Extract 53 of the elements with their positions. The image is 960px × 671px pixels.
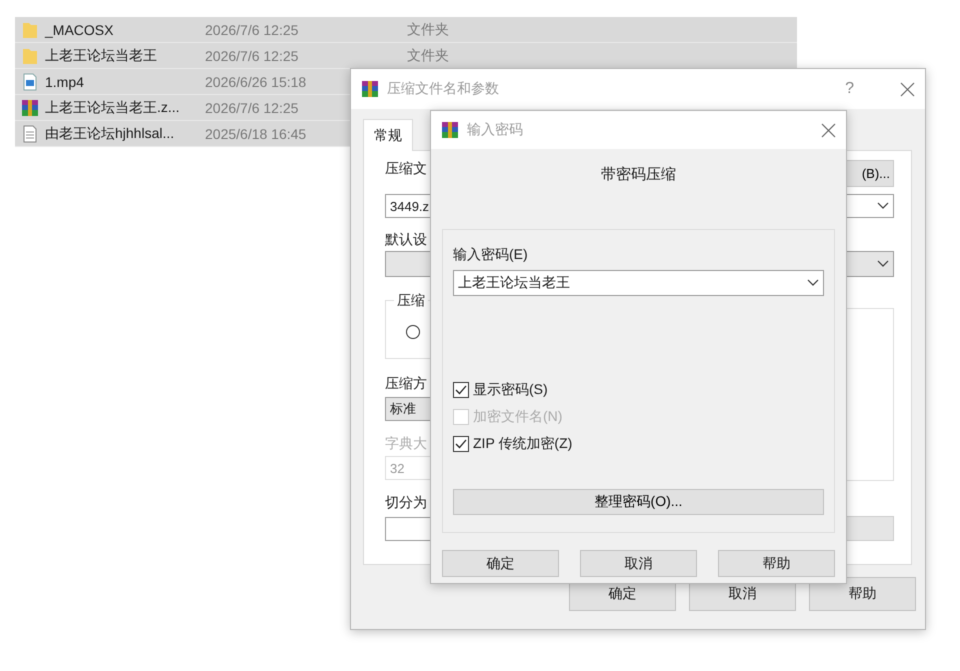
dialog-button[interactable]: 帮助	[718, 550, 835, 577]
book-stack-icon	[441, 121, 459, 139]
check-icon	[455, 438, 467, 448]
organize-passwords-button[interactable]: 整理密码(O)...	[453, 489, 824, 515]
close-icon[interactable]	[821, 122, 836, 138]
checkbox-label: 加密文件名(N)	[473, 408, 562, 426]
file-row[interactable]: _MACOSX 2026/7/6 12:25 文件夹	[15, 17, 797, 43]
password-field[interactable]: 上老王论坛当老王	[453, 270, 824, 296]
file-name: 1.mp4	[45, 74, 84, 90]
file-name: 上老王论坛当老王.z...	[45, 98, 180, 116]
modified-date: 2026/7/6 12:25	[205, 48, 298, 64]
check-icon	[455, 384, 467, 394]
window-title: 输入密码	[467, 121, 523, 139]
chevron-down-icon	[807, 279, 819, 287]
password-label: 输入密码(E)	[453, 246, 528, 264]
window-title: 压缩文件名和参数	[387, 80, 499, 98]
folder-icon	[22, 20, 38, 38]
help-button[interactable]: ?	[845, 80, 854, 98]
file-name: 上老王论坛当老王	[45, 46, 157, 64]
dialog-button[interactable]: 取消	[580, 550, 697, 577]
checkbox-label: ZIP 传统加密(Z)	[473, 434, 572, 452]
archive-name-label: 压缩文	[385, 160, 427, 178]
split-label: 切分为	[385, 494, 427, 512]
file-name: _MACOSX	[45, 22, 114, 38]
modified-date: 2026/6/26 15:18	[205, 74, 306, 90]
tab[interactable]: 常规	[363, 119, 413, 151]
chevron-down-icon	[877, 260, 889, 268]
book-stack-icon	[21, 98, 39, 116]
dialog-heading: 带密码压缩	[601, 165, 676, 184]
document-icon	[23, 124, 37, 142]
folder-icon	[22, 46, 38, 64]
dictionary-label: 字典大	[385, 435, 427, 453]
dialog-button[interactable]: 帮助	[809, 577, 916, 611]
modified-date: 2026/7/6 12:25	[205, 22, 298, 38]
modified-date: 2025/6/18 16:45	[205, 126, 306, 142]
file-name: 由老王论坛hjhhlsal...	[45, 124, 174, 142]
file-type: 文件夹	[407, 46, 449, 64]
file-type: 文件夹	[407, 20, 449, 38]
video-file-icon	[23, 72, 37, 90]
radio-button[interactable]	[406, 325, 420, 339]
browse-button[interactable]: (B)...	[846, 160, 894, 187]
profile-label: 默认设	[385, 231, 427, 249]
checkbox[interactable]	[453, 436, 469, 452]
method-label: 压缩方	[385, 375, 427, 393]
modified-date: 2026/7/6 12:25	[205, 100, 298, 116]
file-row[interactable]: 上老王论坛当老王 2026/7/6 12:25 文件夹	[15, 43, 797, 69]
book-stack-icon	[361, 80, 379, 98]
checkbox[interactable]	[453, 382, 469, 398]
dialog-button[interactable]: 确定	[442, 550, 559, 577]
chevron-down-icon	[877, 202, 889, 210]
format-group-label: 压缩	[394, 292, 428, 310]
checkbox-label: 显示密码(S)	[473, 380, 548, 398]
close-icon[interactable]	[900, 82, 915, 96]
